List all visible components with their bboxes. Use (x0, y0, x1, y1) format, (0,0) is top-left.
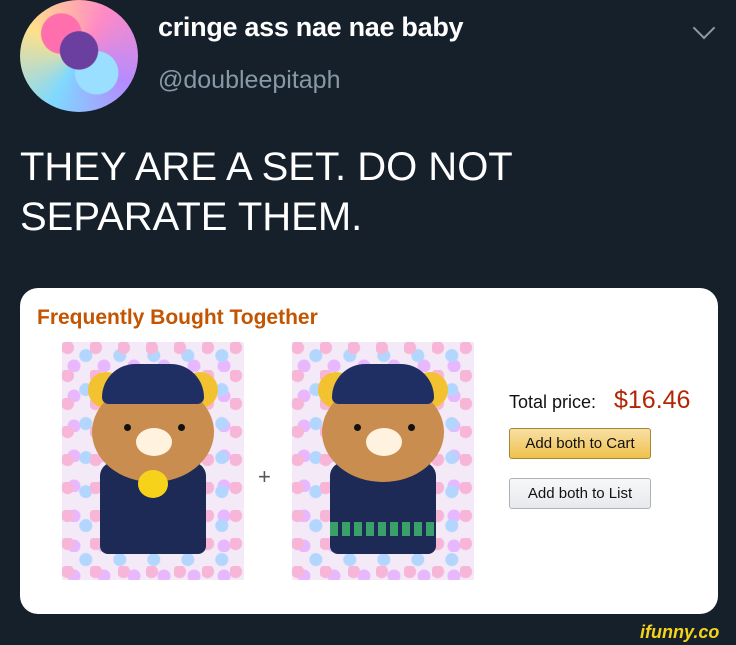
avatar[interactable] (20, 0, 138, 112)
bear-eye (354, 424, 361, 431)
ifunny-watermark: ifunny.co (640, 622, 720, 642)
tweet: cringe ass nae nae baby @doubleepitaph T… (0, 0, 736, 630)
bear-muzzle (136, 428, 172, 456)
total-price-label: Total price: (509, 392, 597, 412)
bear-bib (138, 470, 168, 498)
total-price-value: $16.46 (614, 386, 691, 414)
bear-muzzle (366, 428, 402, 456)
bear-hat (332, 364, 434, 404)
user-handle[interactable]: @doubleepitaph (158, 66, 340, 95)
bear-hat (102, 364, 204, 404)
chevron-down-icon[interactable] (692, 16, 716, 40)
frequently-bought-heading: Frequently Bought Together (37, 306, 318, 329)
bear-eye (178, 424, 185, 431)
amazon-screenshot: Frequently Bought Together + Total price… (20, 288, 718, 614)
display-name[interactable]: cringe ass nae nae baby (158, 12, 464, 43)
plus-icon: + (258, 464, 271, 489)
product-image-bear-2[interactable] (292, 342, 474, 580)
product-image-bear-1[interactable] (62, 342, 244, 580)
bear-belt (330, 522, 436, 536)
tweet-text: THEY ARE A SET. DO NOT SEPARATE THEM. (20, 145, 513, 239)
footer-bar (0, 630, 736, 645)
bear-eye (408, 424, 415, 431)
bear-eye (124, 424, 131, 431)
add-both-to-cart-button[interactable]: Add both to Cart (509, 428, 651, 459)
add-both-to-list-button[interactable]: Add both to List (509, 478, 651, 509)
